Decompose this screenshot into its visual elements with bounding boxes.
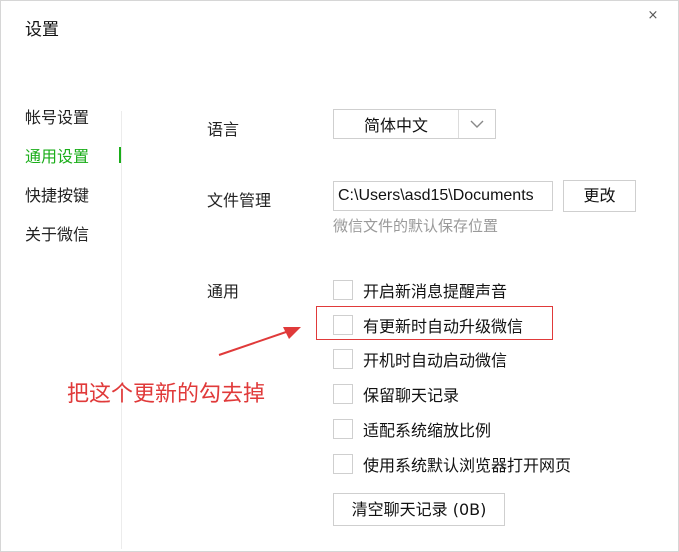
option-system-scaling[interactable]: 适配系统缩放比例 [333,417,491,441]
sidebar-item-account[interactable]: 帐号设置 [25,104,89,128]
option-new-message-sound[interactable]: 开启新消息提醒声音 [333,278,507,302]
sidebar-divider [121,111,122,549]
sidebar-item-about[interactable]: 关于微信 [25,221,89,245]
option-keep-chat-history[interactable]: 保留聊天记录 [333,382,459,406]
annotation-arrow-icon [218,327,301,356]
settings-window: 设置 × 帐号设置 通用设置 快捷按键 关于微信 语言 简体中文 文件管理 C:… [0,0,679,552]
file-path-hint: 微信文件的默认保存位置 [333,217,499,235]
sidebar-item-shortcuts[interactable]: 快捷按键 [25,182,89,206]
language-label: 语言 [207,120,240,139]
option-label: 开机时自动启动微信 [363,351,508,370]
window-title: 设置 [25,20,59,40]
option-default-browser[interactable]: 使用系统默认浏览器打开网页 [333,452,571,476]
checkbox[interactable] [333,349,353,369]
sidebar-item-general[interactable]: 通用设置 [25,143,89,167]
chevron-down-icon[interactable] [458,110,495,138]
option-label: 使用系统默认浏览器打开网页 [363,456,572,475]
annotation-highlight-box [316,306,553,340]
checkbox[interactable] [333,419,353,439]
clear-chat-history-button[interactable]: 清空聊天记录 (0B) [333,493,505,526]
general-options-label: 通用 [207,282,240,301]
option-label: 适配系统缩放比例 [363,421,492,440]
file-management-label: 文件管理 [207,191,272,210]
annotation-text: 把这个更新的勾去掉 [67,382,266,407]
language-value: 简体中文 [363,116,428,135]
change-path-button[interactable]: 更改 [563,180,636,212]
option-label: 开启新消息提醒声音 [363,282,508,301]
option-label: 保留聊天记录 [363,386,460,405]
checkbox[interactable] [333,280,353,300]
checkbox[interactable] [333,384,353,404]
language-select[interactable]: 简体中文 [333,109,496,139]
checkbox[interactable] [333,454,353,474]
option-launch-on-startup[interactable]: 开机时自动启动微信 [333,347,507,371]
close-icon[interactable]: × [646,9,660,23]
file-path-field[interactable]: C:\Users\asd15\Documents [333,181,553,211]
